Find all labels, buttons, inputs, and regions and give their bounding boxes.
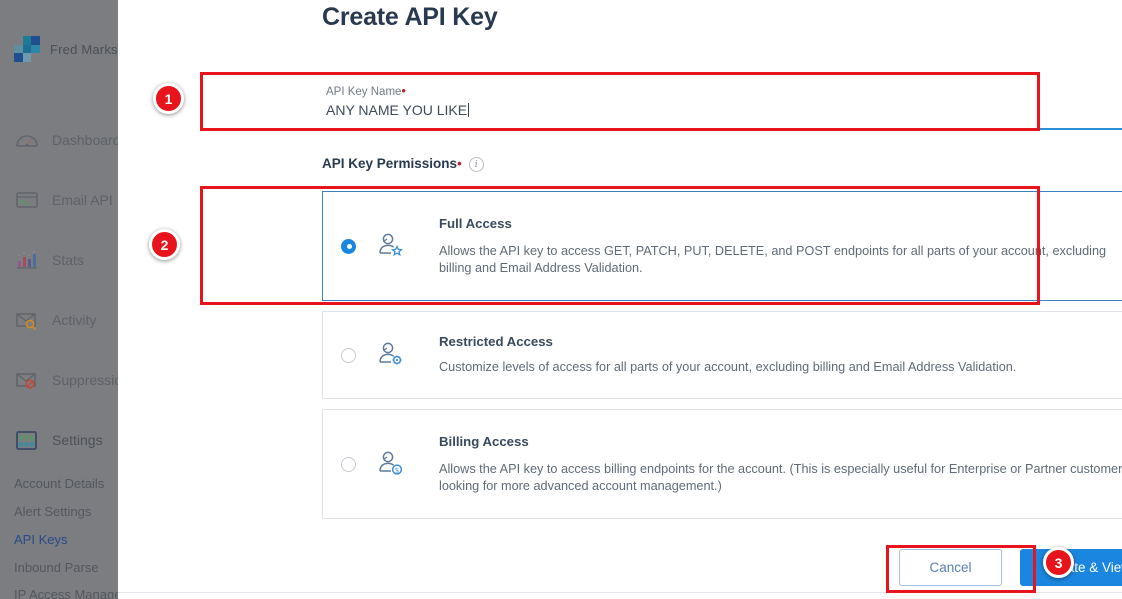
user-star-icon: [375, 231, 439, 261]
cancel-button[interactable]: Cancel: [899, 549, 1002, 586]
restricted-access-body: Restricted Access Customize levels of ac…: [439, 334, 1122, 376]
full-access-body: Full Access Allows the API key to access…: [439, 216, 1122, 277]
sidebar-item-settings[interactable]: Settings: [14, 429, 103, 451]
brand-name: Fred Marks: [50, 42, 118, 57]
sidebar-item-label: Dashboard: [52, 132, 118, 148]
sidebar-item-activity[interactable]: Activity: [14, 309, 96, 331]
permissions-info-icon[interactable]: i: [469, 154, 484, 172]
brand[interactable]: Fred Marks: [14, 36, 118, 62]
full-access-title: Full Access: [439, 216, 1122, 231]
sidebar-subitem-api-keys[interactable]: API Keys: [14, 532, 67, 547]
required-marker: •: [457, 156, 462, 171]
billing-access-radio-wrap[interactable]: [341, 457, 375, 472]
restricted-access-radio[interactable]: [341, 348, 356, 363]
restricted-access-radio-wrap[interactable]: [341, 348, 375, 363]
sidebar-subitem-account-details[interactable]: Account Details: [14, 476, 104, 491]
billing-access-description: Allows the API key to access billing end…: [439, 461, 1122, 495]
footer-actions: Cancel Create & View: [322, 549, 1122, 586]
bar-chart-icon: [14, 249, 40, 271]
permission-option-restricted-access[interactable]: Restricted Access Customize levels of ac…: [322, 311, 1122, 399]
sidebar-item-label: Stats: [52, 252, 84, 268]
full-access-radio-wrap[interactable]: [341, 239, 375, 254]
sidebar-item-label: Suppressions: [52, 372, 118, 388]
billing-access-body: Billing Access Allows the API key to acc…: [439, 434, 1122, 495]
sidebar-item-label: Activity: [52, 312, 96, 328]
sidebar-item-dashboard[interactable]: Dashboard: [14, 129, 118, 151]
sidebar-item-stats[interactable]: Stats: [14, 249, 84, 271]
svg-text:$: $: [395, 466, 399, 475]
permissions-label-text: API Key Permissions: [322, 156, 457, 171]
api-key-name-value-text: ANY NAME YOU LIKE: [326, 102, 467, 118]
sidebar-item-email-api[interactable]: Email API: [14, 189, 113, 211]
api-key-name-field[interactable]: API Key Name• ANY NAME YOU LIKE i: [322, 78, 1122, 130]
app-root: Fred Marks Dashboard: [0, 0, 1122, 599]
api-key-name-input-box[interactable]: API Key Name• ANY NAME YOU LIKE i: [322, 78, 1122, 130]
restricted-access-description: Customize levels of access for all parts…: [439, 359, 1122, 376]
annotation-badge-3: 3: [1043, 547, 1074, 578]
sidebar-subitem-inbound-parse[interactable]: Inbound Parse: [14, 560, 99, 575]
page-title: Create API Key: [322, 3, 498, 32]
sidebar-subitem-ip-access-management[interactable]: IP Access Management: [14, 587, 118, 599]
permissions-label: API Key Permissions•: [322, 156, 462, 171]
user-gear-icon: [375, 340, 439, 370]
checkered-squares-logo-icon: [14, 36, 40, 62]
info-icon-glyph: i: [469, 157, 484, 172]
annotation-badge-2: 2: [149, 229, 180, 260]
sidebar-item-label: Settings: [52, 432, 103, 448]
restricted-access-title: Restricted Access: [439, 334, 1122, 349]
required-marker: •: [401, 83, 406, 98]
permissions-header: API Key Permissions• i: [322, 154, 484, 172]
text-caret: [468, 103, 469, 117]
sliders-icon: [14, 429, 40, 451]
sidebar: Fred Marks Dashboard: [0, 0, 118, 599]
bottom-divider: [118, 592, 1122, 593]
full-access-radio[interactable]: [341, 239, 356, 254]
envelope-search-icon: [14, 309, 40, 331]
sidebar-subitem-alert-settings[interactable]: Alert Settings: [14, 504, 91, 519]
user-dollar-icon: $: [375, 449, 439, 479]
terminal-icon: [14, 189, 40, 211]
annotation-badge-1: 1: [153, 83, 184, 114]
api-key-name-value: ANY NAME YOU LIKE: [326, 102, 469, 118]
gauge-icon: [14, 129, 40, 151]
permission-option-billing-access[interactable]: $ Billing Access Allows the API key to a…: [322, 409, 1122, 519]
billing-access-title: Billing Access: [439, 434, 1122, 449]
envelope-blocked-icon: [14, 369, 40, 391]
full-access-description: Allows the API key to access GET, PATCH,…: [439, 243, 1122, 277]
sidebar-item-label: Email API: [52, 192, 113, 208]
create-api-key-panel: Create API Key API Key Name• ANY NAME YO…: [118, 0, 1122, 599]
permission-option-full-access[interactable]: Full Access Allows the API key to access…: [322, 191, 1122, 301]
permission-options-list: Full Access Allows the API key to access…: [322, 191, 1122, 529]
api-key-name-label: API Key Name•: [326, 84, 406, 98]
billing-access-radio[interactable]: [341, 457, 356, 472]
sidebar-item-suppressions[interactable]: Suppressions: [14, 369, 118, 391]
api-key-name-label-text: API Key Name: [326, 86, 401, 98]
